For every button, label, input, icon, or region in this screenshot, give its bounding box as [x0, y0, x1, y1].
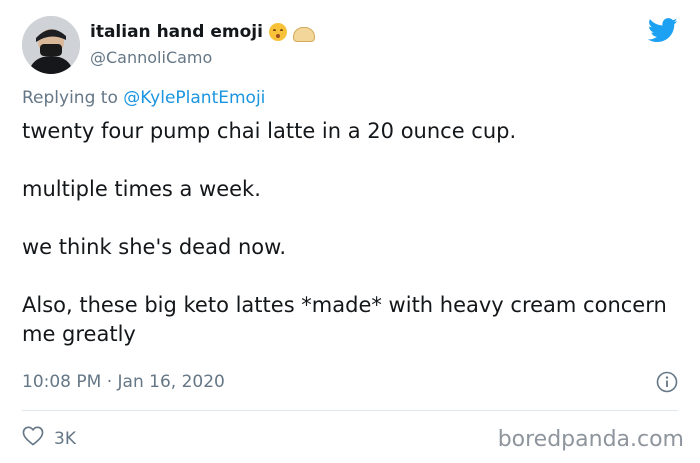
tweet-paragraph: twenty four pump chai latte in a 20 ounc… — [22, 119, 517, 143]
dumpling-emoji-icon — [292, 26, 315, 42]
user-handle[interactable]: @CannoliCamo — [90, 48, 212, 67]
avatar[interactable] — [22, 16, 80, 74]
reply-mention-link[interactable]: @KylePlantEmoji — [123, 88, 265, 108]
info-icon[interactable] — [656, 371, 678, 397]
tweet-paragraph: we think she's dead now. — [22, 235, 287, 259]
tweet-paragraph: multiple times a week. — [22, 177, 261, 201]
watermark: boredpanda.com — [497, 427, 684, 452]
replying-to-label: Replying to — [22, 88, 124, 108]
tweet-paragraph: Also, these big keto lattes *made* with … — [22, 293, 667, 346]
twitter-bird-icon[interactable] — [647, 18, 678, 47]
author-name-row: italian hand emoji — [90, 22, 315, 42]
replying-to-line: Replying to @KylePlantEmoji — [22, 88, 265, 108]
tweet-text: twenty four pump chai latte in a 20 ounc… — [22, 117, 682, 349]
display-name[interactable]: italian hand emoji — [90, 22, 263, 42]
kissing-face-emoji-icon — [268, 23, 287, 41]
divider — [22, 410, 678, 411]
like-action[interactable]: 3K — [22, 426, 76, 451]
tweet-card: italian hand emoji @CannoliCamo Replying… — [0, 0, 700, 463]
like-count: 3K — [54, 428, 76, 449]
tweet-timestamp[interactable]: 10:08 PM · Jan 16, 2020 — [22, 372, 225, 392]
heart-icon[interactable] — [22, 426, 44, 451]
